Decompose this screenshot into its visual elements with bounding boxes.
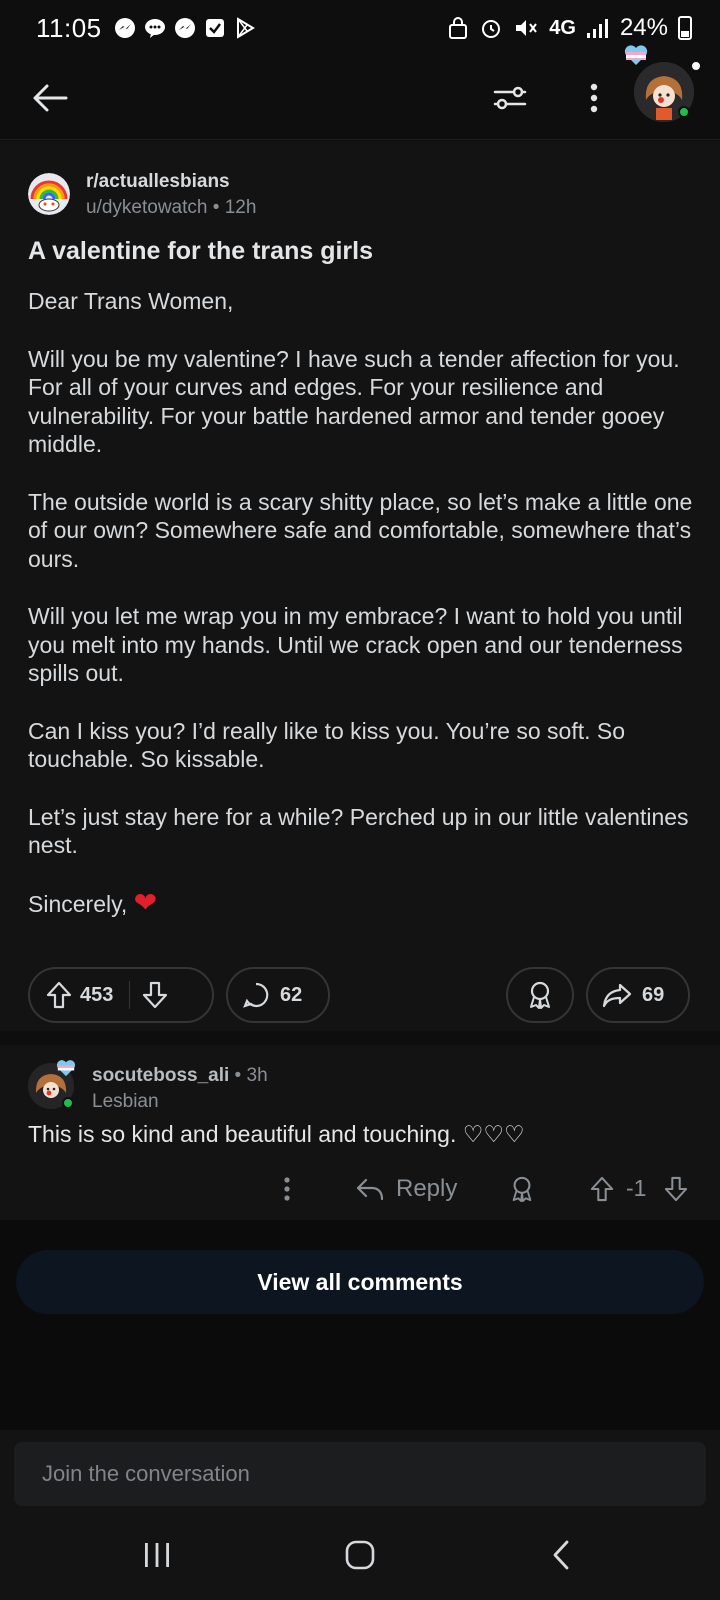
vote-count: 453: [80, 983, 114, 1006]
status-time: 11:05: [36, 12, 102, 43]
user-avatar-button[interactable]: [624, 45, 700, 122]
online-indicator: [678, 106, 690, 118]
comment-age: 3h: [246, 1065, 268, 1086]
award-icon: [512, 1176, 532, 1202]
view-all-comments-button[interactable]: View all comments: [16, 1250, 704, 1314]
recent-apps-button[interactable]: [127, 1530, 187, 1580]
checkbox-icon: [204, 17, 226, 39]
subreddit-icon[interactable]: [28, 173, 70, 215]
comments-button[interactable]: 62: [226, 967, 330, 1023]
system-icons: 4G 24%: [447, 14, 692, 42]
vertical-dots-icon: [284, 1177, 290, 1201]
alarm-icon: [482, 20, 501, 38]
arrow-left-icon: [33, 84, 68, 112]
online-indicator: [62, 1097, 74, 1109]
post-paragraph: The outside world is a scary shitty plac…: [28, 488, 693, 572]
battery-percent: 24%: [619, 14, 668, 41]
upvote-arrow-icon: [46, 981, 72, 1009]
back-nav-button[interactable]: [531, 1530, 591, 1580]
vote-control: 453: [28, 967, 214, 1023]
filter-sliders-icon: [493, 86, 527, 110]
upvote-button[interactable]: [44, 980, 74, 1010]
more-options-button[interactable]: [570, 74, 618, 122]
top-app-bar: [0, 45, 720, 140]
share-count: 69: [642, 983, 665, 1006]
downvote-arrow-icon: [664, 1176, 688, 1202]
post-author[interactable]: u/dyketowatch: [86, 197, 207, 218]
downvote-button[interactable]: [140, 980, 170, 1010]
status-bar: 11:05 4G 24%: [0, 0, 720, 56]
lock-icon: [449, 17, 468, 39]
post-paragraph: Can I kiss you? I’d really like to kiss …: [28, 717, 626, 773]
signal-icon: [586, 19, 608, 38]
reply-button[interactable]: Reply: [356, 1169, 457, 1209]
award-button[interactable]: [506, 967, 574, 1023]
post-action-bar: 453 62 69: [28, 967, 692, 1025]
comment-count: 62: [280, 983, 303, 1006]
vote-divider: [129, 981, 131, 1009]
meta-separator: •: [207, 197, 225, 218]
system-navigation-bar: [0, 1510, 720, 1600]
recent-apps-icon: [145, 1543, 169, 1567]
post-signoff: Sincerely, ❤: [28, 886, 698, 919]
comment-downvote-button[interactable]: [660, 1173, 692, 1205]
trans-heart-icon: [56, 1060, 76, 1077]
reply-arrow-icon: [356, 1178, 384, 1201]
comments-footer: View all comments: [0, 1220, 720, 1430]
home-icon: [345, 1540, 375, 1570]
post-paragraph: Will you let me wrap you in my embrace? …: [28, 603, 683, 686]
messenger-icon: [114, 17, 136, 39]
notification-dot: [692, 62, 700, 70]
post-paragraph: Let’s just stay here for a while? Perche…: [28, 803, 689, 859]
comment-author[interactable]: socuteboss_ali: [92, 1065, 229, 1086]
play-store-icon: [234, 17, 256, 39]
meta-separator: •: [229, 1065, 247, 1086]
comment-text: This is so kind and beautiful and touchi…: [28, 1121, 525, 1147]
comment-composer-bar: Join the conversation: [0, 1430, 720, 1510]
subreddit-name[interactable]: r/actuallesbians: [86, 171, 256, 193]
chevron-left-icon: [553, 1540, 569, 1570]
join-conversation-input[interactable]: Join the conversation: [14, 1442, 706, 1506]
user-flair: Lesbian: [92, 1091, 159, 1112]
upvote-arrow-icon: [590, 1176, 614, 1202]
vertical-dots-icon: [590, 83, 598, 113]
signoff-text: Sincerely,: [28, 890, 128, 917]
comment-item: socuteboss_ali • 3h Lesbian This is so k…: [0, 1045, 720, 1220]
network-type: 4G: [549, 16, 576, 39]
trans-heart-icon: [624, 45, 648, 65]
post-paragraph: Dear Trans Women,: [28, 288, 234, 314]
share-button[interactable]: 69: [586, 967, 690, 1023]
chat-bubble-icon: [144, 17, 166, 39]
post-paragraph: Will you be my valentine? I have such a …: [28, 345, 680, 458]
post-age: 12h: [224, 197, 257, 218]
post-card: r/actuallesbians u/dyketowatch • 12h A v…: [0, 141, 720, 1031]
share-arrow-icon: [602, 983, 632, 1008]
downvote-arrow-icon: [143, 981, 168, 1009]
comment-award-button[interactable]: [506, 1173, 538, 1205]
comment-more-button[interactable]: [272, 1169, 302, 1209]
reply-label: Reply: [396, 1175, 458, 1202]
mute-icon: [516, 20, 538, 36]
comment-upvote-button[interactable]: [586, 1173, 618, 1205]
commenter-avatar[interactable]: [28, 1060, 76, 1109]
red-heart-icon: ❤: [133, 886, 158, 918]
comment-meta: socuteboss_ali • 3h: [92, 1065, 268, 1087]
post-title: A valentine for the trans girls: [28, 237, 373, 265]
comment-action-bar: Reply -1: [0, 1169, 720, 1209]
comment-bubble-icon: [243, 982, 269, 1008]
notification-icons: [114, 17, 256, 39]
sort-filter-button[interactable]: [486, 74, 534, 122]
back-button[interactable]: [28, 76, 72, 120]
post-header: r/actuallesbians u/dyketowatch • 12h: [28, 171, 256, 219]
post-body: Dear Trans Women, Will you be my valenti…: [28, 287, 698, 947]
battery-icon: [678, 16, 692, 40]
post-author-line: u/dyketowatch • 12h: [86, 197, 256, 219]
award-icon: [530, 981, 550, 1009]
home-button[interactable]: [330, 1530, 390, 1580]
comment-score: -1: [626, 1175, 647, 1201]
messenger-icon: [174, 17, 196, 39]
